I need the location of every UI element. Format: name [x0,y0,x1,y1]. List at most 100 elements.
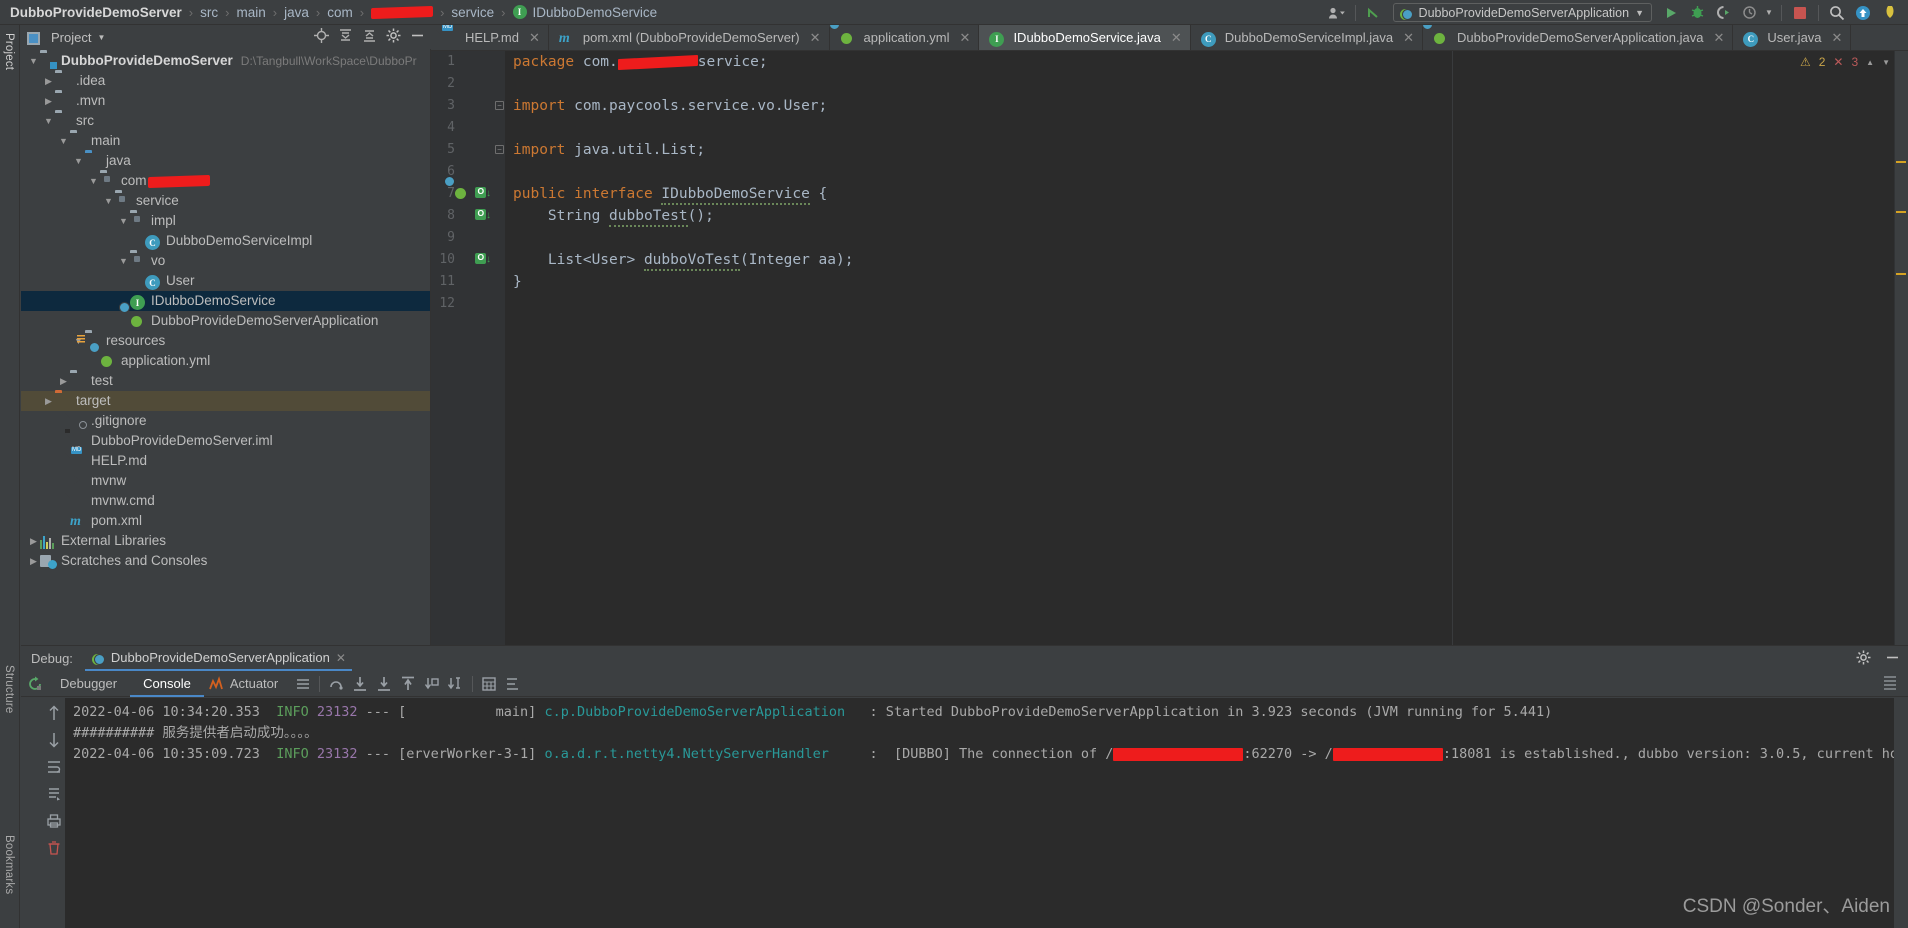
close-icon[interactable]: ✕ [960,30,971,46]
editor-tab-bar[interactable]: MD HELP.md ✕ m pom.xml (DubboProvideDemoServ… [431,25,1908,51]
tree-node-pom-xml[interactable]: m pom.xml [21,511,430,531]
editor-code-area[interactable]: package com. service; import com.paycools.… [505,51,1908,645]
expand-console-icon[interactable] [1882,675,1898,694]
editor-gutter[interactable]: 1 2 3−4 5−6 7 ↓ 8 ↓ 9 10 ↓ 11 12 [431,51,505,645]
code-line[interactable] [505,117,1908,139]
stripe-marker[interactable] [1896,211,1906,213]
breadcrumb-item-java[interactable]: java [284,5,309,20]
run-icon[interactable] [1658,0,1684,25]
code-line[interactable] [505,161,1908,183]
chevron-down-icon[interactable]: ▼ [102,196,115,206]
tree-node-idubbodemoservice[interactable]: I IDubboDemoService [21,291,430,311]
code-line[interactable]: } [505,271,1908,293]
breadcrumb-item-src[interactable]: src [200,5,218,20]
tree-node--mvn[interactable]: ▶ .mvn [21,91,430,111]
project-tree[interactable]: ▼ DubboProvideDemoServer D:\Tangbull\WorkS… [21,49,431,645]
tree-node-help-md[interactable]: MD HELP.md [21,447,430,471]
expand-all-icon[interactable] [338,28,353,46]
stop-icon[interactable] [1787,0,1813,25]
tree-node-dubboprovidedemoserver[interactable]: ▼ DubboProvideDemoServer D:\Tangbull\WorkS… [21,51,430,71]
chevron-down-icon[interactable]: ▼ [117,216,130,226]
close-icon[interactable]: ✕ [1171,30,1182,46]
settings-icon[interactable] [501,671,525,697]
code-editor[interactable]: 1 2 3−4 5−6 7 ↓ 8 ↓ 9 10 ↓ 11 12 package com. service… [431,51,1908,645]
scroll-to-end-icon[interactable] [45,785,63,803]
close-icon[interactable]: ✕ [1832,30,1843,46]
step-into-icon[interactable] [348,671,372,697]
tree-node-src[interactable]: ▼ src [21,111,430,131]
drop-frame-icon[interactable] [420,671,444,697]
tree-node-scratches-and-consoles[interactable]: ▶ Scratches and Consoles [21,551,430,571]
chevron-down-icon[interactable]: ▼ [117,256,130,266]
breadcrumb-item-service[interactable]: service [451,5,494,20]
editor-tab-user-java[interactable]: C User.java ✕ [1733,25,1852,50]
soft-wrap-icon[interactable] [45,758,63,776]
editor-tab-idubbodemoservice-java[interactable]: I IDubboDemoService.java ✕ [979,25,1191,50]
project-panel-title[interactable]: Project [51,30,91,45]
tree-node-com[interactable]: ▼ com [21,171,430,191]
code-line[interactable] [505,293,1908,315]
user-dropdown-icon[interactable] [1324,0,1350,25]
code-line[interactable] [505,227,1908,249]
close-icon[interactable]: ✕ [1713,30,1724,46]
chevron-right-icon[interactable]: ▶ [42,96,55,107]
layout-icon[interactable] [291,671,315,697]
editor-analysis-scrollbar[interactable] [1894,51,1908,645]
code-folding-icon[interactable]: − [495,101,504,110]
code-line[interactable]: import com.paycools.service.vo.User; [505,95,1908,117]
run-to-cursor-icon[interactable] [444,671,468,697]
tree-node-dubboprovidedemoserver-iml[interactable]: DubboProvideDemoServer.iml [21,429,430,451]
code-folding-icon[interactable]: − [495,145,504,154]
clear-all-icon[interactable] [45,839,63,857]
chevron-down-icon[interactable]: ▼ [87,176,100,186]
code-line[interactable]: public interface IDubboDemoService { [505,183,1908,205]
settings-icon[interactable] [386,28,401,46]
chevron-right-icon[interactable]: ▶ [27,536,40,547]
chevron-down-icon[interactable]: ▼ [42,116,55,126]
stripe-button-project[interactable]: Project [3,33,15,70]
chevron-down-icon[interactable]: ▼ [97,33,105,42]
search-everywhere-icon[interactable] [1824,0,1850,25]
stripe-button-structure[interactable]: Structure [3,665,15,713]
tree-node-user[interactable]: C User [21,271,430,291]
tree-node-application-yml[interactable]: application.yml [21,351,430,371]
tab-actuator[interactable]: Actuator [228,671,291,697]
collapse-all-icon[interactable] [362,28,377,46]
settings-icon[interactable] [1856,650,1871,668]
editor-tab-dubboprovidedemoserverapplication-java[interactable]: DubboProvideDemoServerApplication.java ✕ [1423,25,1734,50]
print-icon[interactable] [45,812,63,830]
tree-node-impl[interactable]: ▼ impl [21,211,430,231]
run-configuration-selector[interactable]: DubboProvideDemoServerApplication ▼ [1392,3,1652,22]
vcs-update-icon[interactable] [1361,0,1387,25]
hide-icon[interactable] [1885,650,1900,668]
tree-node-target[interactable]: ▶ target [21,391,430,411]
tree-node-dubbodemoserviceimpl[interactable]: C DubboDemoServiceImpl [21,231,430,251]
notifications-icon[interactable] [1876,0,1902,25]
rerun-icon[interactable] [23,671,47,697]
breadcrumb-item-redacted[interactable] [371,5,434,19]
chevron-up-icon[interactable]: ▲ [1866,58,1874,67]
stripe-marker[interactable] [1896,161,1906,163]
close-icon[interactable]: ✕ [336,651,346,665]
locate-icon[interactable] [314,28,329,46]
evaluate-icon[interactable] [477,671,501,697]
step-out-icon[interactable] [396,671,420,697]
stripe-marker[interactable] [1896,273,1906,275]
chevron-right-icon[interactable]: ▶ [42,396,55,407]
editor-tab-application-yml[interactable]: application.yml ✕ [830,25,980,50]
tree-node-mvnw-cmd[interactable]: mvnw.cmd [21,491,430,511]
tree-node-dubboprovidedemoserverapplication[interactable]: DubboProvideDemoServerApplication [21,311,430,331]
run-with-coverage-icon[interactable] [1710,0,1736,25]
chevron-right-icon[interactable]: ▶ [42,76,55,87]
tree-node-mvnw[interactable]: mvnw [21,471,430,491]
tree-node-resources[interactable]: ▼resources [21,331,430,351]
force-step-into-icon[interactable] [372,671,396,697]
tree-node--gitignore[interactable]: .gitignore [21,411,430,431]
scroll-up-icon[interactable] [45,704,63,722]
chevron-right-icon[interactable]: ▶ [57,376,70,387]
tree-node-external-libraries[interactable]: ▶ External Libraries [21,531,430,551]
scroll-down-icon[interactable] [45,731,63,749]
step-over-icon[interactable] [324,671,348,697]
editor-tab-dubbodemoserviceimpl-java[interactable]: C DubboDemoServiceImpl.java ✕ [1191,25,1424,50]
code-line[interactable]: String dubboTest(); [505,205,1908,227]
